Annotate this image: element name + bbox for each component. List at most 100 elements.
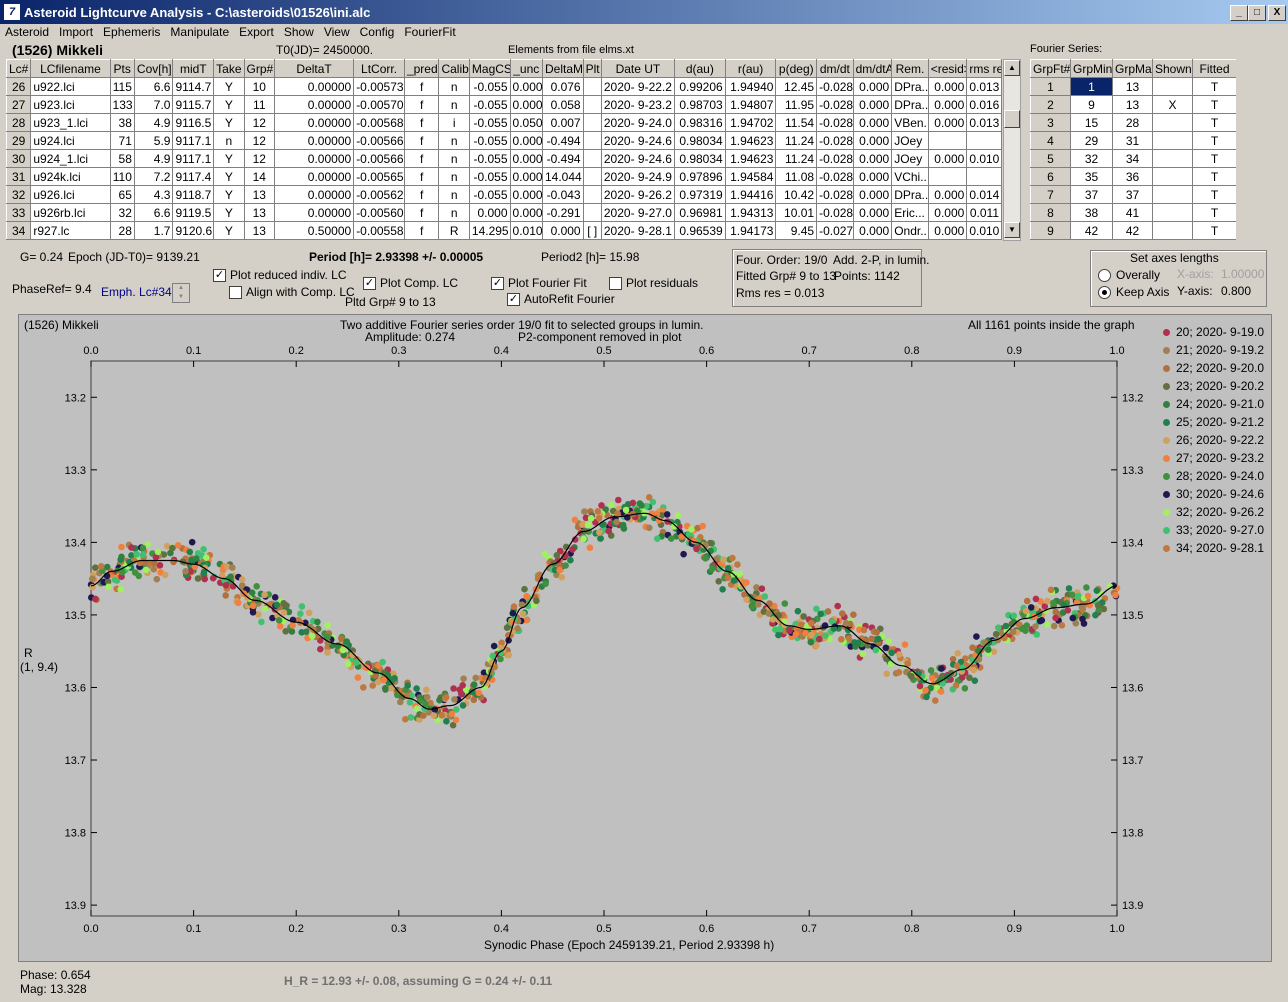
data-point — [505, 651, 512, 659]
x-tick-label-top: 0.3 — [391, 345, 406, 357]
data-point — [139, 544, 147, 552]
data-point — [813, 605, 820, 613]
data-point — [553, 552, 561, 559]
data-point — [234, 599, 242, 607]
data-point — [298, 603, 306, 610]
data-point — [1032, 623, 1039, 630]
legend-dot-icon — [1163, 365, 1170, 373]
data-point — [174, 542, 182, 549]
data-point — [916, 682, 924, 690]
data-point — [443, 718, 450, 725]
data-point — [753, 584, 760, 591]
data-point — [581, 508, 588, 515]
data-point — [1068, 591, 1076, 598]
legend-item: 28; 2020- 9-24.0 — [1163, 469, 1264, 483]
legend-item: 22; 2020- 9-20.0 — [1163, 361, 1264, 375]
data-point — [808, 619, 815, 627]
data-point — [985, 646, 992, 653]
data-point — [954, 650, 962, 657]
x-tick-label-top: 0.1 — [186, 345, 201, 357]
data-point — [885, 638, 892, 645]
data-point — [786, 627, 793, 635]
x-tick-label: 0.9 — [1007, 923, 1022, 935]
data-point — [719, 586, 726, 593]
hr-result: H_R = 12.93 +/- 0.08, assuming G = 0.24 … — [284, 974, 553, 988]
data-point — [928, 674, 936, 682]
data-point — [261, 591, 268, 599]
data-point — [200, 546, 207, 553]
data-point — [523, 593, 530, 600]
legend-dot-icon — [1163, 491, 1170, 499]
legend-label: 25; 2020- 9-21.2 — [1176, 415, 1265, 429]
data-point — [808, 631, 815, 639]
x-tick-label-top: 0.7 — [802, 345, 817, 357]
data-point — [605, 527, 612, 535]
data-point — [343, 638, 351, 645]
data-point — [380, 676, 388, 684]
legend-label: 27; 2020- 9-23.2 — [1176, 451, 1265, 465]
data-point — [142, 566, 150, 574]
data-point — [839, 610, 846, 617]
data-point — [509, 610, 517, 617]
data-point — [922, 687, 929, 694]
data-point — [475, 689, 483, 697]
y-tick-label: 13.6 — [65, 682, 86, 694]
data-point — [1064, 607, 1072, 614]
data-point — [594, 508, 602, 515]
x-tick-label: 0.0 — [83, 923, 98, 935]
data-point — [169, 544, 176, 552]
data-point — [595, 515, 603, 522]
data-point — [542, 580, 549, 588]
data-point — [456, 686, 464, 693]
data-point — [324, 622, 331, 629]
x-tick-label-top: 0.0 — [83, 345, 98, 357]
legend-dot-icon — [1163, 329, 1170, 337]
data-point — [194, 575, 202, 582]
mag-readout: Mag: 13.328 — [20, 982, 87, 996]
data-point — [92, 564, 99, 571]
data-point — [1092, 611, 1099, 619]
data-point — [423, 686, 430, 694]
y-tick-label-right: 13.9 — [1122, 900, 1143, 912]
x-tick-label: 0.4 — [494, 923, 509, 935]
legend-label: 22; 2020- 9-20.0 — [1176, 361, 1265, 375]
legend-label: 21; 2020- 9-19.2 — [1176, 343, 1265, 357]
data-point — [822, 632, 829, 639]
x-tick-label-top: 0.9 — [1007, 345, 1022, 357]
lightcurve-chart[interactable]: 0.0 0.0 0.1 0.1 0.2 0.2 0.3 0.3 0.4 0.4 0.5 0.5 0.6 0… — [0, 0, 1288, 1002]
data-point — [89, 575, 96, 582]
data-point — [1079, 615, 1086, 623]
data-point — [229, 564, 236, 571]
data-point — [253, 583, 260, 590]
data-point — [406, 699, 414, 706]
data-point — [360, 684, 367, 691]
data-point — [280, 609, 288, 616]
data-point — [117, 586, 124, 593]
data-point — [667, 535, 675, 542]
legend-label: 30; 2020- 9-24.6 — [1176, 487, 1265, 501]
data-point — [834, 602, 841, 610]
legend-item: 20; 2020- 9-19.0 — [1163, 325, 1264, 339]
data-point — [715, 578, 722, 585]
data-point — [1094, 602, 1102, 609]
data-point — [734, 561, 741, 568]
data-point — [571, 516, 579, 524]
legend-item: 25; 2020- 9-21.2 — [1163, 415, 1264, 429]
data-point — [743, 596, 750, 603]
data-point — [438, 712, 446, 719]
data-point — [663, 511, 671, 518]
data-point — [514, 625, 521, 632]
legend-item: 30; 2020- 9-24.6 — [1163, 487, 1264, 501]
data-point — [201, 575, 208, 583]
data-point — [842, 620, 850, 627]
data-point — [854, 639, 862, 647]
legend-item: 34; 2020- 9-28.1 — [1163, 541, 1264, 555]
data-point — [369, 682, 377, 689]
data-point — [436, 696, 443, 704]
data-point — [533, 597, 540, 605]
data-point — [765, 610, 773, 617]
x-tick-label-top: 0.4 — [494, 345, 509, 357]
data-point — [1093, 587, 1101, 594]
data-point — [1022, 607, 1030, 615]
data-point — [961, 685, 969, 692]
